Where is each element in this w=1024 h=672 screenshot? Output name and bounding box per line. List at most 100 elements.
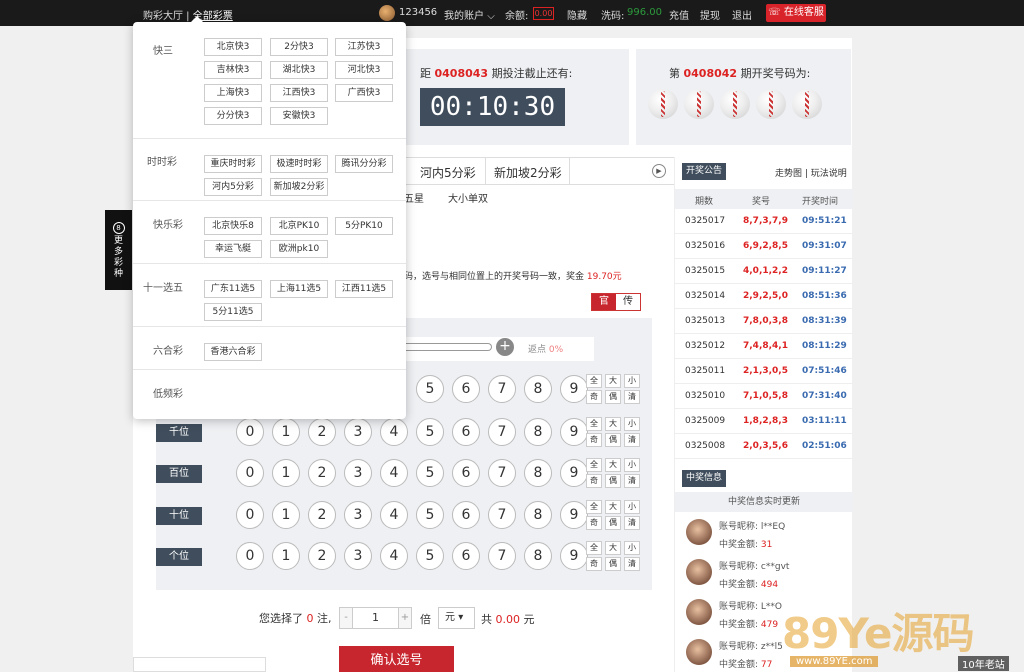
quick-select-button[interactable]: 小: [624, 458, 640, 472]
quick-select-button[interactable]: 清: [624, 516, 640, 530]
digit-ball[interactable]: 0: [236, 542, 264, 570]
digit-ball[interactable]: 5: [416, 418, 444, 446]
lottery-option[interactable]: 重庆时时彩: [204, 155, 262, 173]
lottery-option[interactable]: 江西快3: [270, 84, 328, 102]
digit-ball[interactable]: 6: [452, 459, 480, 487]
digit-ball[interactable]: 5: [416, 501, 444, 529]
quick-select-button[interactable]: 偶: [605, 433, 621, 447]
digit-ball[interactable]: 9: [560, 375, 588, 403]
digit-ball[interactable]: 3: [344, 501, 372, 529]
multiple-increase-button[interactable]: +: [398, 607, 412, 629]
digit-ball[interactable]: 7: [488, 418, 516, 446]
lottery-option[interactable]: 北京快乐8: [204, 217, 262, 235]
multiple-decrease-button[interactable]: -: [339, 607, 353, 629]
subtab-five-star[interactable]: 五星: [404, 194, 424, 205]
digit-ball[interactable]: 0: [236, 501, 264, 529]
quick-select-button[interactable]: 全: [586, 417, 602, 431]
quick-select-button[interactable]: 小: [624, 374, 640, 388]
logout-link[interactable]: 退出: [732, 7, 752, 22]
digit-ball[interactable]: 2: [308, 418, 336, 446]
rebate-track[interactable]: [404, 343, 492, 351]
digit-ball[interactable]: 2: [308, 459, 336, 487]
quick-select-button[interactable]: 偶: [605, 390, 621, 404]
lottery-option[interactable]: 北京快3: [204, 38, 262, 56]
next-arrow-icon[interactable]: ▶: [652, 164, 666, 178]
lottery-option[interactable]: 腾讯分分彩: [335, 155, 393, 173]
digit-ball[interactable]: 8: [524, 542, 552, 570]
digit-ball[interactable]: 2: [308, 542, 336, 570]
digit-ball[interactable]: 6: [452, 501, 480, 529]
digit-ball[interactable]: 1: [272, 542, 300, 570]
plus-icon[interactable]: +: [496, 338, 514, 356]
digit-ball[interactable]: 4: [380, 418, 408, 446]
digit-ball[interactable]: 2: [308, 501, 336, 529]
quick-select-button[interactable]: 偶: [605, 474, 621, 488]
quick-select-button[interactable]: 全: [586, 458, 602, 472]
quick-select-button[interactable]: 全: [586, 374, 602, 388]
multiple-input[interactable]: 1: [353, 607, 398, 629]
tab-hanoi-5min[interactable]: 河内5分彩: [420, 164, 476, 181]
quick-select-button[interactable]: 小: [624, 417, 640, 431]
lottery-option[interactable]: 幸运飞艇: [204, 240, 262, 258]
quick-select-button[interactable]: 奇: [586, 390, 602, 404]
lottery-option[interactable]: 极速时时彩: [270, 155, 328, 173]
lottery-option[interactable]: 5分11选5: [204, 303, 262, 321]
quick-select-button[interactable]: 清: [624, 433, 640, 447]
lottery-option[interactable]: 广东11选5: [204, 280, 262, 298]
digit-ball[interactable]: 8: [524, 459, 552, 487]
lottery-option[interactable]: 香港六合彩: [204, 343, 262, 361]
digit-ball[interactable]: 5: [416, 375, 444, 403]
mode-official[interactable]: 官: [592, 294, 616, 310]
digit-ball[interactable]: 9: [560, 542, 588, 570]
digit-ball[interactable]: 9: [560, 459, 588, 487]
online-support-button[interactable]: ☏ 在线客服: [766, 4, 826, 22]
quick-select-button[interactable]: 奇: [586, 557, 602, 571]
quick-select-button[interactable]: 大: [605, 458, 621, 472]
lottery-option[interactable]: 河北快3: [335, 61, 393, 79]
lottery-option[interactable]: 北京PK10: [270, 217, 328, 235]
digit-ball[interactable]: 9: [560, 418, 588, 446]
rebate-slider[interactable]: + 返点 0%: [404, 337, 594, 361]
quick-select-button[interactable]: 大: [605, 541, 621, 555]
digit-ball[interactable]: 3: [344, 418, 372, 446]
digit-ball[interactable]: 1: [272, 418, 300, 446]
lottery-option[interactable]: 上海11选5: [270, 280, 328, 298]
withdraw-link[interactable]: 提现: [700, 7, 720, 22]
digit-ball[interactable]: 7: [488, 459, 516, 487]
digit-ball[interactable]: 1: [272, 501, 300, 529]
quick-select-button[interactable]: 奇: [586, 474, 602, 488]
lottery-option[interactable]: 河内5分彩: [204, 178, 262, 196]
mode-toggle[interactable]: 官 传: [591, 293, 641, 311]
quick-select-button[interactable]: 全: [586, 541, 602, 555]
digit-ball[interactable]: 6: [452, 418, 480, 446]
quick-select-button[interactable]: 清: [624, 390, 640, 404]
quick-select-button[interactable]: 清: [624, 474, 640, 488]
digit-ball[interactable]: 6: [452, 542, 480, 570]
quick-select-button[interactable]: 大: [605, 417, 621, 431]
digit-ball[interactable]: 8: [524, 418, 552, 446]
mode-traditional[interactable]: 传: [616, 294, 640, 310]
lottery-option[interactable]: 吉林快3: [204, 61, 262, 79]
lottery-option[interactable]: 广西快3: [335, 84, 393, 102]
lottery-option[interactable]: 分分快3: [204, 107, 262, 125]
subtab-big-small[interactable]: 大小单双: [448, 194, 488, 205]
lottery-option[interactable]: 上海快3: [204, 84, 262, 102]
quick-select-button[interactable]: 奇: [586, 516, 602, 530]
quick-select-button[interactable]: 大: [605, 500, 621, 514]
digit-ball[interactable]: 6: [452, 375, 480, 403]
digit-ball[interactable]: 8: [524, 501, 552, 529]
lottery-option[interactable]: 江苏快3: [335, 38, 393, 56]
digit-ball[interactable]: 8: [524, 375, 552, 403]
lottery-option[interactable]: 欧洲pk10: [270, 240, 328, 258]
hall-link[interactable]: 购彩大厅 | 全部彩票: [143, 7, 233, 22]
digit-ball[interactable]: 5: [416, 542, 444, 570]
digit-ball[interactable]: 7: [488, 542, 516, 570]
lottery-option[interactable]: 安徽快3: [270, 107, 328, 125]
digit-ball[interactable]: 4: [380, 501, 408, 529]
quick-select-button[interactable]: 奇: [586, 433, 602, 447]
quick-select-button[interactable]: 小: [624, 500, 640, 514]
lottery-option[interactable]: 5分PK10: [335, 217, 393, 235]
digit-ball[interactable]: 1: [272, 459, 300, 487]
lottery-option[interactable]: 江西11选5: [335, 280, 393, 298]
quick-select-button[interactable]: 大: [605, 374, 621, 388]
